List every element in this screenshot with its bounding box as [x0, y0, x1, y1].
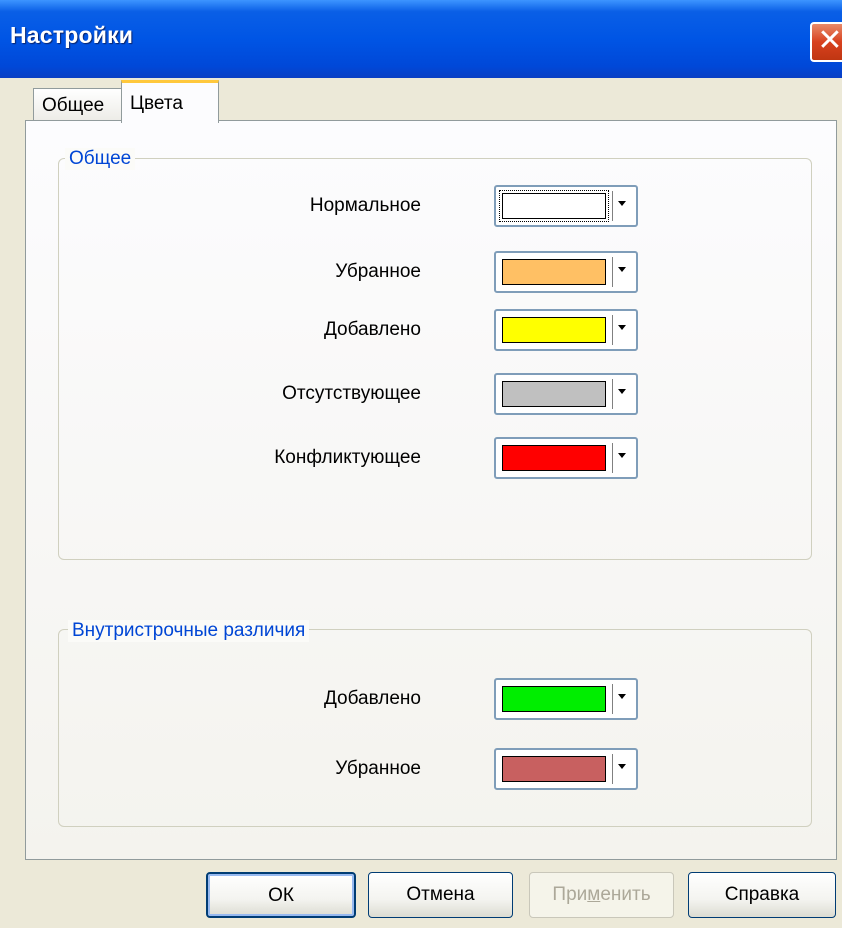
conflicted-label: Конфликтующее [274, 447, 421, 468]
general-group-legend: Общее [65, 148, 136, 170]
window-title: Настройки [10, 22, 134, 48]
combo-separator [612, 684, 613, 714]
apply-label-mnemonic: м [587, 884, 601, 905]
chevron-down-icon [618, 389, 626, 394]
added-color-picker[interactable] [494, 309, 638, 351]
inline-removed-color-picker[interactable] [494, 748, 638, 790]
added-label: Добавлено [323, 319, 421, 340]
tab-general[interactable]: Общее [33, 88, 123, 122]
cancel-button[interactable]: Отмена [368, 872, 513, 918]
normal-label: Нормальное [309, 195, 421, 216]
ok-button[interactable]: ОК [206, 872, 356, 918]
combo-separator [612, 257, 613, 287]
chevron-down-icon [618, 267, 626, 272]
apply-label-prefix: При [552, 884, 588, 905]
missing-color-picker[interactable] [494, 373, 638, 415]
tab-general-label: Общее [42, 95, 105, 116]
combo-separator [612, 315, 613, 345]
help-button[interactable]: Справка [688, 872, 836, 918]
removed-color-swatch [502, 259, 606, 285]
tab-colors[interactable]: Цвета [121, 80, 219, 123]
apply-label-suffix: енить [600, 884, 651, 905]
settings-dialog: Настройки ✕ Общее Цвета Общее Нормальное… [0, 0, 842, 928]
apply-button[interactable]: Применить [529, 872, 674, 918]
added-color-swatch [502, 317, 606, 343]
chevron-down-icon [618, 694, 626, 699]
normal-color-picker[interactable] [494, 185, 638, 227]
combo-separator [612, 379, 613, 409]
chevron-down-icon [618, 325, 626, 330]
colors-tab-panel: Общее Нормальное Убранное Добавлено Отсу… [25, 120, 837, 860]
missing-label: Отсутствующее [282, 383, 421, 404]
tab-colors-label: Цвета [130, 93, 183, 114]
title-bar[interactable]: Настройки ✕ [0, 0, 842, 78]
combo-separator [612, 443, 613, 473]
inline-added-color-swatch [502, 686, 606, 712]
close-button[interactable]: ✕ [810, 22, 842, 62]
conflicted-color-picker[interactable] [494, 437, 638, 479]
chevron-down-icon [618, 201, 626, 206]
removed-color-picker[interactable] [494, 251, 638, 293]
combo-separator [612, 191, 613, 221]
chevron-down-icon [618, 453, 626, 458]
inline-removed-label: Убранное [335, 758, 421, 779]
combo-separator [612, 754, 613, 784]
inline-added-label: Добавлено [323, 688, 421, 709]
close-icon: ✕ [817, 24, 842, 57]
inline-diff-group-legend: Внутристрочные различия [68, 620, 310, 642]
inline-diff-group [58, 629, 812, 827]
removed-label: Убранное [335, 261, 421, 282]
missing-color-swatch [502, 381, 606, 407]
chevron-down-icon [618, 764, 626, 769]
inline-removed-color-swatch [502, 756, 606, 782]
conflicted-color-swatch [502, 445, 606, 471]
inline-added-color-picker[interactable] [494, 678, 638, 720]
general-group [58, 158, 812, 560]
normal-color-swatch [499, 190, 609, 222]
